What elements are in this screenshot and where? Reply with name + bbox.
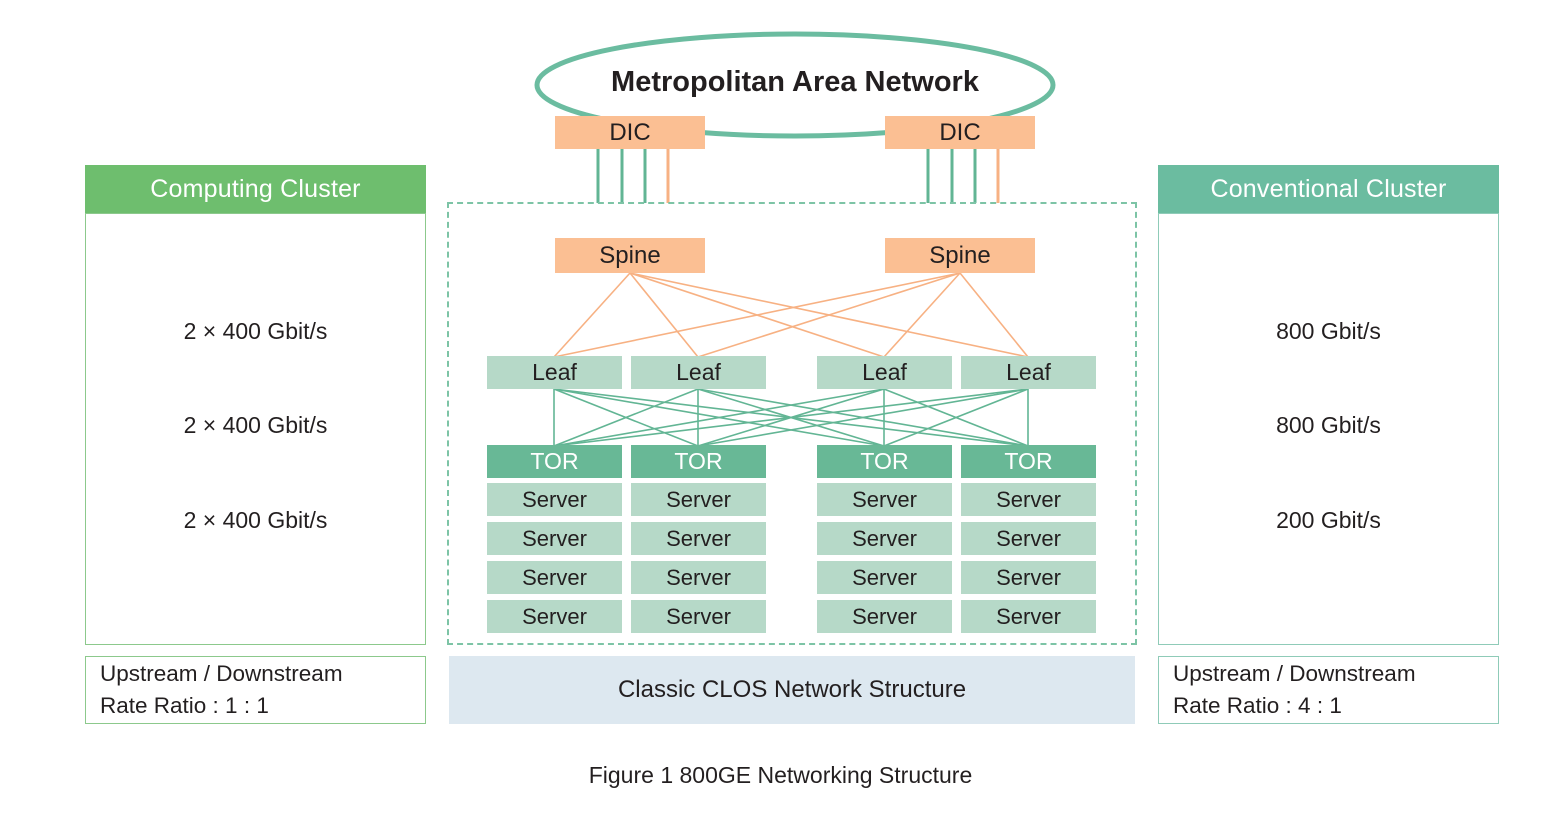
server-node-4-3-label: Server — [996, 564, 1061, 590]
leaf-node-4-label: Leaf — [1006, 359, 1051, 385]
server-node-1-3[interactable]: Server — [487, 561, 622, 594]
server-node-4-1-label: Server — [996, 486, 1061, 512]
tor-node-2[interactable]: TOR — [631, 445, 766, 478]
server-node-3-1-label: Server — [852, 486, 917, 512]
server-node-3-2[interactable]: Server — [817, 522, 952, 555]
left-rate-3: 2 × 400 Gbit/s — [183, 507, 328, 533]
server-node-3-4-label: Server — [852, 603, 917, 629]
man-title: Metropolitan Area Network — [611, 66, 979, 98]
server-node-2-3[interactable]: Server — [631, 561, 766, 594]
right-ratio-line-1: Upstream / Downstream — [1173, 661, 1416, 686]
left-ratio-line-1: Upstream / Downstream — [100, 661, 343, 686]
right-ratio-box: Upstream / Downstream Rate Ratio : 4 : 1 — [1158, 656, 1499, 724]
dic-node-2[interactable]: DIC — [885, 116, 1035, 149]
server-node-2-2-label: Server — [666, 525, 731, 551]
left-rate-1: 2 × 400 Gbit/s — [183, 318, 328, 344]
leaf-node-1[interactable]: Leaf — [487, 356, 622, 389]
dic-node-1[interactable]: DIC — [555, 116, 705, 149]
right-panel-header: Conventional Cluster — [1158, 165, 1499, 213]
server-node-1-2[interactable]: Server — [487, 522, 622, 555]
left-ratio-line-2: Rate Ratio : 1 : 1 — [100, 693, 269, 718]
leaf-node-2[interactable]: Leaf — [631, 356, 766, 389]
spine-node-2-label: Spine — [929, 241, 991, 269]
server-node-4-4[interactable]: Server — [961, 600, 1096, 633]
tor-node-4-label: TOR — [1004, 448, 1053, 474]
left-panel-title: Computing Cluster — [150, 174, 361, 203]
spine-node-2[interactable]: Spine — [885, 238, 1035, 273]
left-ratio-box: Upstream / Downstream Rate Ratio : 1 : 1 — [85, 656, 426, 724]
right-rate-3: 200 Gbit/s — [1276, 507, 1381, 533]
tor-node-2-label: TOR — [674, 448, 723, 474]
right-rate-1: 800 Gbit/s — [1276, 318, 1381, 344]
tor-node-4[interactable]: TOR — [961, 445, 1096, 478]
leaf-node-1-label: Leaf — [532, 359, 577, 385]
server-node-1-2-label: Server — [522, 525, 587, 551]
tor-node-1-label: TOR — [530, 448, 579, 474]
dic-node-1-label: DIC — [609, 118, 651, 146]
server-node-3-3-label: Server — [852, 564, 917, 590]
right-rate-2: 800 Gbit/s — [1276, 412, 1381, 438]
tor-node-1[interactable]: TOR — [487, 445, 622, 478]
server-node-2-2[interactable]: Server — [631, 522, 766, 555]
left-panel-header: Computing Cluster — [85, 165, 426, 213]
server-node-1-4-label: Server — [522, 603, 587, 629]
spine-node-1-label: Spine — [599, 241, 661, 269]
server-node-4-2-label: Server — [996, 525, 1061, 551]
right-panel-title: Conventional Cluster — [1210, 174, 1447, 203]
server-node-4-2[interactable]: Server — [961, 522, 1096, 555]
figure-canvas: Metropolitan Area Network DIC DIC Spine … — [0, 0, 1561, 831]
leaf-node-2-label: Leaf — [676, 359, 721, 385]
right-panel-body: 800 Gbit/s 800 Gbit/s 200 Gbit/s — [1158, 213, 1499, 645]
server-node-3-4[interactable]: Server — [817, 600, 952, 633]
server-node-3-3[interactable]: Server — [817, 561, 952, 594]
figure-caption: Figure 1 800GE Networking Structure — [588, 762, 973, 788]
left-rate-2: 2 × 400 Gbit/s — [183, 412, 328, 438]
leaf-node-4[interactable]: Leaf — [961, 356, 1096, 389]
server-node-1-1[interactable]: Server — [487, 483, 622, 516]
server-node-3-2-label: Server — [852, 525, 917, 551]
leaf-node-3[interactable]: Leaf — [817, 356, 952, 389]
server-node-2-1[interactable]: Server — [631, 483, 766, 516]
server-node-2-3-label: Server — [666, 564, 731, 590]
server-node-1-1-label: Server — [522, 486, 587, 512]
server-node-2-4-label: Server — [666, 603, 731, 629]
tor-node-3[interactable]: TOR — [817, 445, 952, 478]
server-node-2-1-label: Server — [666, 486, 731, 512]
server-node-1-4[interactable]: Server — [487, 600, 622, 633]
left-panel-body: 2 × 400 Gbit/s 2 × 400 Gbit/s 2 × 400 Gb… — [85, 213, 426, 645]
server-node-4-3[interactable]: Server — [961, 561, 1096, 594]
right-ratio-line-2: Rate Ratio : 4 : 1 — [1173, 693, 1342, 718]
server-node-4-1[interactable]: Server — [961, 483, 1096, 516]
clos-structure-label: Classic CLOS Network Structure — [617, 676, 967, 703]
server-node-2-4[interactable]: Server — [631, 600, 766, 633]
server-node-1-3-label: Server — [522, 564, 587, 590]
dic-node-2-label: DIC — [939, 118, 981, 146]
server-node-4-4-label: Server — [996, 603, 1061, 629]
leaf-node-3-label: Leaf — [862, 359, 907, 385]
clos-structure-bar: Classic CLOS Network Structure — [449, 656, 1135, 724]
spine-node-1[interactable]: Spine — [555, 238, 705, 273]
server-node-3-1[interactable]: Server — [817, 483, 952, 516]
tor-node-3-label: TOR — [860, 448, 909, 474]
